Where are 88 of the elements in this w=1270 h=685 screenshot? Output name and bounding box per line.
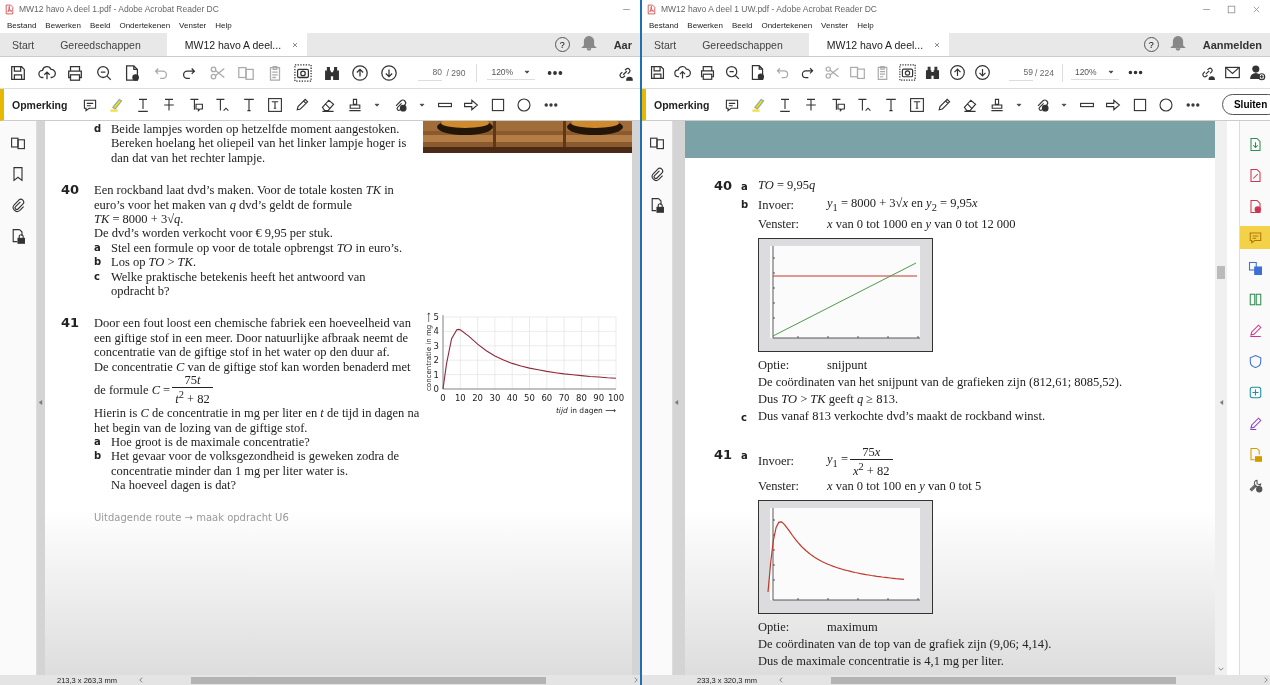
answer-text: x van 0 tot 100 en y van 0 tot 5	[827, 477, 982, 495]
zoom-dropdown[interactable]: 120%	[487, 65, 536, 80]
axis-tick-label: 1	[433, 370, 439, 381]
question-text: Het gevaar voor de volksgezondheid is geweken zodra de concentratie minder dan 1 mg per liter water is.	[111, 449, 401, 479]
menu-item[interactable]: Ondertekenen	[761, 21, 813, 30]
menu-item[interactable]: Bewerken	[687, 21, 723, 30]
toolbar-title: Opmerking	[654, 98, 710, 111]
question-text: Welke praktische betekenis heeft het antwoord van opdracht b?	[111, 269, 367, 299]
zoom-dropdown[interactable]: 120%	[1070, 65, 1119, 80]
axis-tick-label: 0	[440, 393, 446, 404]
answer-text: Dus TO > TK geeft q ≥ 813.	[758, 390, 900, 408]
question-letter: b	[94, 255, 103, 270]
exercise-text: Door een fout loost een chemische fabriek een hoeveelheid van een giftige stof in een meer. Door natuurlijke afbraak neemt de concentratie van de giftige stof in het water op den duur af.	[94, 316, 412, 360]
menu-item[interactable]: Bestand	[649, 21, 679, 30]
axis-tick-label: 10	[454, 393, 466, 404]
menu-item[interactable]: Venster	[821, 21, 849, 30]
answer-text: maximum	[827, 618, 878, 636]
question-text: Hoe groot is de maximale concentratie?	[111, 435, 310, 450]
answer-text: De coördinaten van de top van de grafiek zijn (9,06; 4,14).	[758, 635, 1052, 653]
answer-label: Invoer:	[758, 453, 796, 471]
menu-item[interactable]: Beeld	[731, 21, 753, 30]
answer-text: x van 0 tot 1000 en y van 0 tot 12 000	[827, 215, 1016, 233]
question-text: Na hoeveel dagen is dat?	[111, 478, 237, 493]
tab[interactable]: Gereedschappen	[690, 33, 797, 56]
answer-text: y$_{1}$ = 8000 + 3√x en y$_{2}$ = 9,95x	[827, 195, 978, 215]
question-text: Los op TO > TK.	[111, 255, 196, 270]
page-count: / 290	[446, 67, 466, 78]
question-letter: a	[94, 240, 102, 255]
answer-label: Invoer:	[758, 196, 796, 214]
question-letter: c	[741, 410, 748, 425]
tab[interactable]: MW12 havo A deel...	[808, 33, 950, 56]
page-count: / 224	[1035, 67, 1054, 78]
axis-tick-label: 80	[576, 393, 587, 404]
question-letter: d	[94, 122, 103, 136]
axis-tick-label: 0	[433, 384, 439, 395]
exercise-text: De concentratie C van de giftige stof kan worden benaderd met	[94, 359, 412, 375]
question-letter: b	[94, 449, 103, 464]
question-letter: b	[741, 198, 750, 212]
menu-item[interactable]: Venster	[179, 21, 207, 30]
axis-tick-label: 2	[433, 355, 439, 366]
close-button[interactable]: Sluiten	[1221, 94, 1270, 115]
exercise-text: De dvd’s worden verkocht voor € 9,95 per stuk.	[94, 226, 334, 241]
axis-tick-label: 4	[433, 326, 439, 337]
axis-tick-label: 5	[433, 312, 439, 323]
answer-label: Optie:	[758, 618, 791, 636]
menu-item[interactable]: Beeld	[89, 21, 111, 30]
answer-label: Venster:	[758, 215, 800, 233]
axis-tick-label: 60	[541, 393, 553, 404]
sign-in-button[interactable]: Aar	[605, 33, 640, 56]
answer-text: Dus vanaf 813 verkochte dvd’s maakt de rockband winst.	[758, 407, 1046, 425]
question-letter: a	[741, 448, 749, 463]
axis-tick-label: 40	[506, 393, 518, 404]
tab[interactable]: Gereedschappen	[48, 33, 155, 56]
menu-item[interactable]: Bestand	[7, 21, 37, 30]
window-title: MW12 havo A deel 1 UW.pdf - Adobe Acrobat Reader DC	[661, 4, 877, 14]
exercise-text: TK = 8000 + 3√q.	[94, 212, 185, 227]
axis-tick-label: 30	[489, 393, 501, 404]
answer-text: Dus de maximale concentratie is 4,1 mg per liter.	[758, 652, 1005, 670]
exercise-number: 40	[61, 183, 81, 200]
axis-tick-label: 3	[433, 341, 439, 352]
menu-item[interactable]: Ondertekenen	[119, 21, 171, 30]
answer-label: Optie:	[758, 356, 791, 374]
toolbar-title: Opmerking	[12, 98, 68, 111]
menu-item[interactable]: Help	[215, 21, 232, 30]
tab[interactable]: Start	[0, 33, 49, 56]
question-letter: c	[94, 269, 101, 284]
axis-tick-label: 70	[558, 393, 570, 404]
tab[interactable]: Start	[642, 33, 691, 56]
exercise-number: 41	[61, 316, 81, 333]
question-text: Beide lampjes worden op hetzelfde moment aangestoken. Bereken hoelang het oliepeil van het linker lampje hoger is dan dat van het rechter lampje.	[111, 122, 408, 166]
tab[interactable]: MW12 havo A deel...	[166, 33, 308, 56]
menu-item[interactable]: Bewerken	[45, 21, 81, 30]
question-letter: a	[94, 435, 102, 450]
answer-label: Venster:	[758, 477, 800, 495]
sign-in-button[interactable]: Aanmelden	[1194, 33, 1270, 56]
exercise-number: 41	[714, 445, 734, 464]
axis-tick-label: 20	[472, 393, 483, 404]
question-text: Stel een formule op voor de totale opbrengst TO in euro’s.	[111, 240, 403, 256]
question-letter: a	[741, 180, 749, 194]
axis-tick-label: 50	[524, 393, 535, 404]
answer-text: De coördinaten van het snijpunt van de grafieken zijn (812,61; 8085,52).	[758, 373, 1123, 391]
answer-text: snijpunt	[827, 356, 868, 374]
exercise-number: 40	[714, 177, 734, 195]
window-title: MW12 havo A deel 1.pdf - Adobe Acrobat Reader DC	[19, 4, 219, 14]
axis-tick-label: 100	[607, 393, 624, 404]
menu-item[interactable]: Help	[857, 21, 874, 30]
answer-text: TO = 9,95q	[758, 177, 816, 194]
axis-tick-label: 90	[593, 393, 605, 404]
